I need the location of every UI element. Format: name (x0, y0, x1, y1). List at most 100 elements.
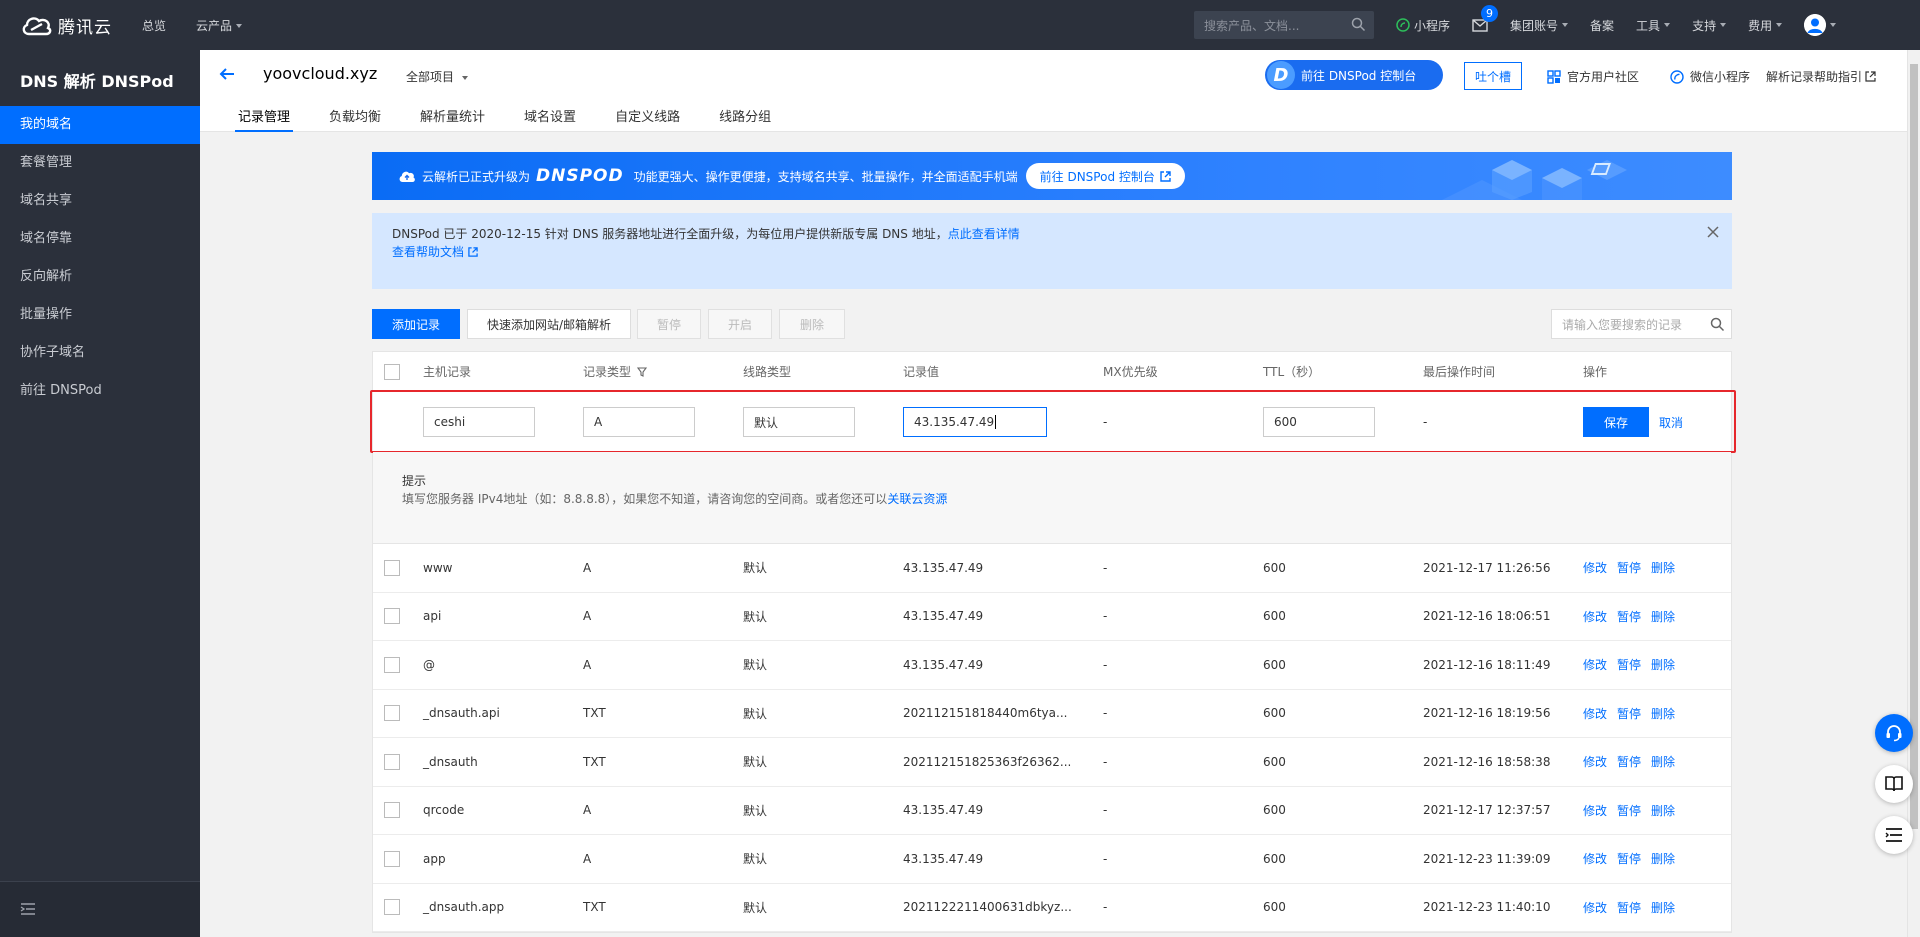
delete-link[interactable]: 删除 (1651, 608, 1675, 625)
delete-link[interactable]: 删除 (1651, 753, 1675, 770)
close-icon[interactable] (1706, 225, 1720, 239)
row-checkbox[interactable] (384, 850, 400, 867)
back-arrow-icon[interactable] (218, 66, 236, 82)
cell-time: 2021-12-17 12:37:57 (1423, 803, 1551, 818)
modify-link[interactable]: 修改 (1583, 705, 1607, 722)
cell-line: 默认 (743, 609, 768, 624)
pause-link[interactable]: 暂停 (1617, 753, 1641, 770)
tab-custom-lines[interactable]: 自定义线路 (612, 106, 683, 132)
feedback-button[interactable]: 吐个槽 (1464, 62, 1522, 90)
row-checkbox[interactable] (384, 802, 400, 819)
row-checkbox[interactable] (384, 559, 400, 576)
search-icon[interactable] (1710, 317, 1725, 332)
collapse-menu-icon[interactable] (20, 902, 36, 916)
delete-link[interactable]: 删除 (1651, 899, 1675, 916)
nav-billing[interactable]: 费用 (1748, 17, 1783, 34)
select-all-checkbox[interactable] (384, 363, 400, 380)
nav-support[interactable]: 支持 (1692, 17, 1727, 34)
sidebar-item-subdomain[interactable]: 协作子域名 (0, 334, 200, 372)
delete-link[interactable]: 删除 (1651, 850, 1675, 867)
pause-button[interactable]: 暂停 (637, 309, 701, 339)
record-type-select[interactable]: A (583, 407, 695, 437)
pause-link[interactable]: 暂停 (1617, 802, 1641, 819)
modify-link[interactable]: 修改 (1583, 656, 1607, 673)
delete-link[interactable]: 删除 (1651, 559, 1675, 576)
sidebar-item-plans[interactable]: 套餐管理 (0, 144, 200, 182)
nav-tools[interactable]: 工具 (1636, 17, 1671, 34)
pause-link[interactable]: 暂停 (1617, 705, 1641, 722)
sidebar-item-domain-parking[interactable]: 域名停靠 (0, 220, 200, 258)
sidebar-item-domain-share[interactable]: 域名共享 (0, 182, 200, 220)
menu-button[interactable] (1875, 816, 1913, 854)
delete-link[interactable]: 删除 (1651, 705, 1675, 722)
sidebar-item-my-domains[interactable]: 我的域名 (0, 106, 200, 144)
host-input[interactable]: ceshi (423, 407, 535, 437)
search-icon[interactable] (1351, 17, 1366, 32)
record-value-input[interactable]: 43.135.47.49 (903, 407, 1047, 437)
project-select[interactable]: 全部项目 (406, 68, 469, 85)
nav-overview[interactable]: 总览 (142, 17, 166, 34)
pause-link[interactable]: 暂停 (1617, 608, 1641, 625)
record-search-input[interactable]: 请输入您要搜索的记录 (1551, 309, 1732, 339)
top-search-input[interactable]: 搜索产品、文档... (1194, 11, 1374, 39)
row-checkbox[interactable] (384, 656, 400, 673)
delete-link[interactable]: 删除 (1651, 802, 1675, 819)
tab-load-balance[interactable]: 负载均衡 (326, 106, 384, 132)
row-checkbox[interactable] (384, 705, 400, 722)
enable-button[interactable]: 开启 (708, 309, 772, 339)
notice-details-link[interactable]: 点此查看详情 (948, 227, 1020, 241)
sidebar-item-goto-dnspod[interactable]: 前往 DNSPod (0, 372, 200, 410)
filter-icon[interactable] (637, 366, 648, 377)
delete-button[interactable]: 删除 (779, 309, 845, 339)
col-type[interactable]: 记录类型 (583, 352, 648, 391)
quick-add-button[interactable]: 快速添加网站/邮箱解析 (467, 309, 631, 339)
cancel-button[interactable]: 取消 (1659, 414, 1683, 431)
link-cloud-resource[interactable]: 关联云资源 (887, 492, 947, 506)
pause-link[interactable]: 暂停 (1617, 656, 1641, 673)
pause-link[interactable]: 暂停 (1617, 899, 1641, 916)
nav-miniprogram[interactable]: 小程序 (1396, 17, 1450, 34)
row-checkbox[interactable] (384, 753, 400, 770)
nav-products[interactable]: 云产品 (196, 17, 243, 34)
tab-record-management[interactable]: 记录管理 (235, 106, 294, 132)
add-record-button[interactable]: 添加记录 (372, 309, 460, 339)
pause-link[interactable]: 暂停 (1617, 850, 1641, 867)
modify-link[interactable]: 修改 (1583, 899, 1607, 916)
notice-help-link[interactable]: 查看帮助文档 (392, 243, 1712, 261)
customer-service-button[interactable] (1875, 714, 1913, 752)
cell-value: 202112151825363f26362... (903, 754, 1072, 769)
ttl-input[interactable]: 600 (1263, 407, 1375, 437)
banner-goto-dnspod-button[interactable]: 前往 DNSPod 控制台 (1025, 163, 1185, 189)
modify-link[interactable]: 修改 (1583, 608, 1607, 625)
modify-link[interactable]: 修改 (1583, 850, 1607, 867)
pause-link[interactable]: 暂停 (1617, 559, 1641, 576)
line-type-select[interactable]: 默认 (743, 407, 855, 437)
tab-query-stats[interactable]: 解析量统计 (417, 106, 488, 132)
tab-line-groups[interactable]: 线路分组 (716, 106, 774, 132)
save-button[interactable]: 保存 (1583, 407, 1649, 437)
row-checkbox[interactable] (384, 899, 400, 916)
tab-domain-settings[interactable]: 域名设置 (521, 106, 579, 132)
sidebar-item-reverse-dns[interactable]: 反向解析 (0, 258, 200, 296)
modify-link[interactable]: 修改 (1583, 559, 1607, 576)
nav-beian[interactable]: 备案 (1590, 17, 1614, 34)
help-guide-link[interactable]: 解析记录帮助指引 (1766, 68, 1876, 85)
tencent-cloud-logo[interactable]: 腾讯云 (0, 13, 130, 38)
community-link[interactable]: 官方用户社区 (1547, 68, 1639, 85)
scrollbar-thumb[interactable] (1910, 64, 1918, 829)
delete-link[interactable]: 删除 (1651, 656, 1675, 673)
modify-link[interactable]: 修改 (1583, 802, 1607, 819)
wechat-mini-link[interactable]: 微信小程序 (1670, 68, 1750, 85)
goto-dnspod-console-button[interactable]: D 前往 DNSPod 控制台 (1265, 60, 1443, 90)
table-row: api A 默认 43.135.47.49 - 600 2021-12-16 18:06:5… (373, 593, 1731, 641)
tools-label: 工具 (1636, 18, 1661, 33)
nav-user[interactable] (1804, 14, 1837, 36)
row-checkbox[interactable] (384, 608, 400, 625)
modify-link[interactable]: 修改 (1583, 753, 1607, 770)
nav-group-account[interactable]: 集团账号 (1510, 17, 1569, 34)
input-hint: 提示 填写您服务器 IPv4地址（如：8.8.8.8），如果您不知道，请咨询您的… (373, 452, 1731, 544)
scrollbar[interactable] (1907, 50, 1920, 937)
nav-messages[interactable]: 9 (1472, 4, 1499, 32)
docs-button[interactable] (1875, 765, 1913, 803)
sidebar-item-batch[interactable]: 批量操作 (0, 296, 200, 334)
